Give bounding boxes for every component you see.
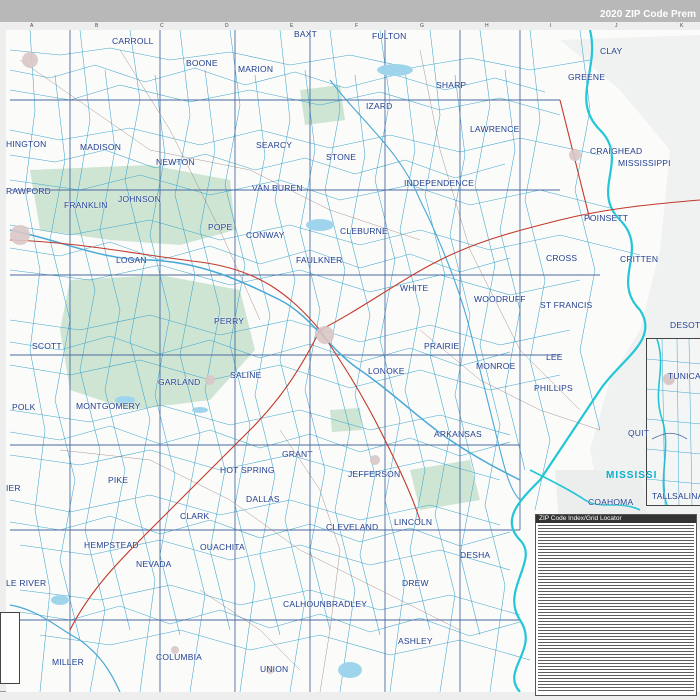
index-columns (538, 525, 694, 693)
county-label-dallas: DALLAS (246, 494, 280, 504)
county-label-newton: NEWTON (156, 157, 195, 167)
county-label-pope: POPE (208, 222, 233, 232)
county-label-carroll: CARROLL (112, 36, 154, 46)
county-label-crittenden: CRITTEN (620, 254, 659, 264)
grid-letter: E (290, 23, 294, 29)
county-label-cross: CROSS (546, 253, 578, 263)
grid-letter: C (160, 23, 164, 29)
grid-letter: H (485, 23, 489, 29)
county-label-nevada: NEVADA (136, 559, 172, 569)
county-label-madison: MADISON (80, 142, 122, 152)
grid-letter: J (615, 23, 618, 29)
county-label-hempstead: HEMPSTEAD (84, 540, 139, 550)
county-label-greene: GREENE (568, 72, 606, 82)
county-label-woodruff: WOODRUFF (474, 294, 526, 304)
county-label-baxter: BAXT (294, 29, 318, 39)
county-label-stone: STONE (326, 152, 357, 162)
county-label-van-buren: VAN BUREN (252, 183, 303, 193)
county-label-montgomery: MONTGOMERY (76, 401, 141, 411)
county-label-calhoun: CALHOUN (283, 599, 326, 609)
grid-letter: F (355, 23, 359, 29)
county-label-marion: MARION (238, 64, 274, 74)
county-label-desha: DESHA (460, 550, 491, 560)
county-label-logan: LOGAN (116, 255, 147, 265)
county-label-craighead: CRAIGHEAD (590, 146, 643, 156)
county-label-faulkner: FAULKNER (296, 255, 343, 265)
county-label-phillips: PHILLIPS (534, 383, 573, 393)
map-frame: 2020 ZIP Code Prem A B C D E F G H I J K (0, 0, 700, 700)
county-label-washington: HINGTON (6, 139, 47, 149)
county-label-little-river: LE RIVER (6, 578, 47, 588)
county-label-crawford: RAWFORD (6, 186, 51, 196)
grid-letter: G (420, 23, 424, 29)
county-label-tunica: TUNICA (668, 371, 700, 381)
county-label-izard: IZARD (366, 101, 393, 111)
county-label-jefferson: JEFFERSON (348, 469, 401, 479)
county-label-tallahatchie: TALL (652, 491, 673, 501)
county-label-clark: CLARK (180, 511, 210, 521)
county-label-lincoln: LINCOLN (394, 517, 433, 527)
county-label-boone: BOONE (186, 58, 218, 68)
grid-letter: D (225, 23, 229, 29)
county-label-grant: GRANT (282, 449, 313, 459)
county-label-cleburne: CLEBURNE (340, 226, 388, 236)
county-label-saline: SALINE (230, 370, 262, 380)
county-label-quitman: QUIT (628, 428, 650, 438)
county-label-desoto: DESOTO (670, 320, 700, 330)
grid-letter: B (95, 23, 99, 29)
county-label-columbia: COLUMBIA (156, 652, 202, 662)
county-label-lonoke: LONOKE (368, 366, 405, 376)
county-label-ouachita: OUACHITA (200, 542, 245, 552)
county-label-salina: SALINA (672, 491, 700, 501)
county-label-union: UNION (260, 664, 289, 674)
grid-letter: A (30, 23, 34, 29)
county-label-arkansas: ARKANSAS (434, 429, 482, 439)
county-label-franklin: FRANKLIN (64, 200, 108, 210)
grid-letter: I (550, 23, 552, 29)
county-label-lawrence: LAWRENCE (470, 124, 520, 134)
index-title: ZIP Code Index/Grid Locator (536, 515, 696, 523)
map-title: 2020 ZIP Code Prem (600, 9, 696, 20)
county-label-cleveland: CLEVELAND (326, 522, 379, 532)
county-label-independence: INDEPENDENCE (404, 178, 474, 188)
county-label-sevier: IER (6, 483, 21, 493)
county-label-polk: POLK (12, 402, 36, 412)
county-label-searcy: SEARCY (256, 140, 293, 150)
county-label-ashley: ASHLEY (398, 636, 433, 646)
county-label-coahoma: COAHOMA (588, 497, 634, 507)
river-label-mississippi: MISSISSI (606, 470, 658, 481)
county-label-miller: MILLER (52, 657, 84, 667)
county-label-johnson: JOHNSON (118, 194, 161, 204)
county-label-st-francis: ST FRANCIS (540, 300, 593, 310)
title-bar: 2020 ZIP Code Prem (0, 0, 700, 22)
county-label-poinsett: POINSETT (584, 213, 629, 223)
zip-index-box: ZIP Code Index/Grid Locator (535, 514, 697, 696)
county-label-prairie: PRAIRIE (424, 341, 460, 351)
county-label-mississippi: MISSISSIPPI (618, 158, 671, 168)
county-label-monroe: MONROE (476, 361, 516, 371)
county-label-fulton: FULTON (372, 31, 407, 41)
grid-letter: K (680, 23, 684, 29)
county-label-garland: GARLAND (158, 377, 201, 387)
county-label-sharp: SHARP (436, 80, 467, 90)
county-label-hot-spring: HOT SPRING (220, 465, 275, 475)
county-label-conway: CONWAY (246, 230, 285, 240)
county-label-drew: DREW (402, 578, 429, 588)
county-label-pike: PIKE (108, 475, 129, 485)
map-legend (0, 612, 20, 684)
county-label-white: WHITE (400, 283, 429, 293)
county-label-perry: PERRY (214, 316, 245, 326)
county-label-scott: SCOTT (32, 341, 62, 351)
county-label-lee: LEE (546, 352, 563, 362)
county-label-bradley: BRADLEY (326, 599, 368, 609)
county-label-clay: CLAY (600, 46, 623, 56)
